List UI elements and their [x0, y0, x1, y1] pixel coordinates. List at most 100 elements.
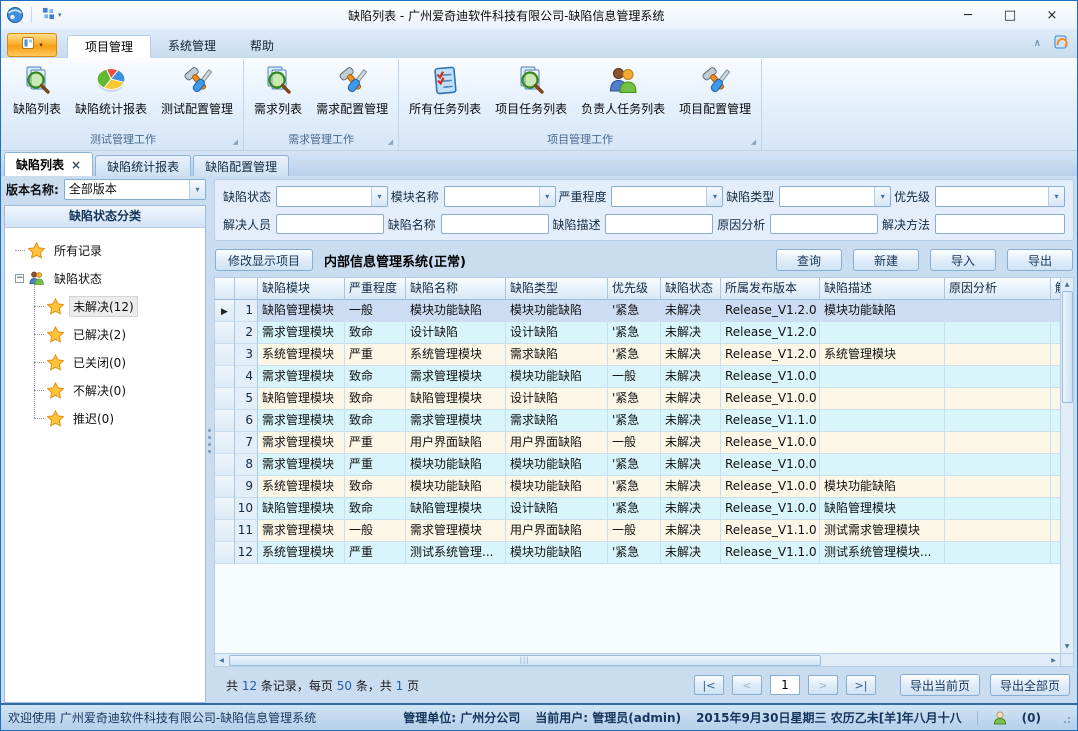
ribbon-button[interactable]: 缺陷列表 — [6, 63, 68, 119]
table-row[interactable]: 9系统管理模块致命模块功能缺陷模块功能缺陷'紧急未解决Release_V1.0.… — [215, 476, 1060, 498]
column-header[interactable]: 原因分析 — [945, 278, 1051, 300]
dialog-launcher-icon[interactable]: ◢ — [233, 139, 238, 146]
chevron-down-icon[interactable]: ▾ — [1048, 187, 1064, 206]
dialog-launcher-icon[interactable]: ◢ — [751, 139, 756, 146]
ribbon-button[interactable]: 需求配置管理 — [309, 63, 395, 119]
ribbon-button[interactable]: 所有任务列表 — [402, 63, 488, 119]
column-header[interactable]: 缺陷类型 — [506, 278, 608, 300]
document-tab[interactable]: 缺陷统计报表 — [95, 155, 191, 176]
ribbon-tab[interactable]: 帮助 — [233, 35, 291, 58]
horizontal-scrollbar[interactable]: ◀ ||| ▶ — [215, 653, 1060, 666]
scroll-up-icon[interactable]: ▲ — [1061, 278, 1074, 291]
chevron-down-icon[interactable]: ▾ — [189, 180, 205, 199]
filter-input[interactable] — [441, 214, 549, 234]
first-page-button[interactable]: |< — [694, 675, 724, 695]
row-selector — [215, 432, 235, 454]
ribbon-button[interactable]: 需求列表 — [247, 63, 309, 119]
export-button[interactable]: 导出 — [1007, 249, 1073, 271]
ribbon-tab[interactable]: 项目管理 — [67, 35, 151, 58]
last-page-button[interactable]: >| — [846, 675, 876, 695]
chevron-down-icon[interactable]: ▾ — [706, 187, 722, 206]
ribbon-group: 需求列表需求配置管理需求管理工作◢ — [244, 59, 399, 150]
close-tab-icon[interactable]: × — [71, 159, 81, 171]
tree-item[interactable]: −缺陷状态 — [7, 264, 203, 292]
app-menu-button[interactable]: ▾ — [7, 33, 57, 57]
online-users-icon[interactable] — [993, 711, 1007, 725]
ribbon-button[interactable]: 项目任务列表 — [488, 63, 574, 119]
table-row[interactable]: 12系统管理模块严重测试系统管理...模块功能缺陷'紧急未解决Release_V… — [215, 542, 1060, 564]
scroll-right-icon[interactable]: ▶ — [1047, 654, 1060, 667]
row-selector — [215, 344, 235, 366]
document-tab[interactable]: 缺陷列表× — [4, 152, 93, 176]
column-header[interactable]: 所属发布版本 — [721, 278, 820, 300]
table-row[interactable]: 7需求管理模块严重用户界面缺陷用户界面缺陷一般未解决Release_V1.0.0 — [215, 432, 1060, 454]
ribbon-button[interactable]: 负责人任务列表 — [574, 63, 672, 119]
import-button[interactable]: 导入 — [930, 249, 996, 271]
table-row[interactable]: 5缺陷管理模块致命缺陷管理模块设计缺陷'紧急未解决Release_V1.0.0 — [215, 388, 1060, 410]
filter-combobox[interactable]: ▾ — [444, 186, 556, 207]
filter-input[interactable] — [605, 214, 713, 234]
tree-item[interactable]: 已关闭(0) — [7, 348, 203, 376]
table-row[interactable]: 11需求管理模块一般需求管理模块用户界面缺陷一般未解决Release_V1.1.… — [215, 520, 1060, 542]
cell-priority: '紧急 — [608, 542, 661, 564]
export-all-pages-button[interactable]: 导出全部页 — [990, 674, 1070, 696]
table-row[interactable]: 8需求管理模块严重模块功能缺陷模块功能缺陷'紧急未解决Release_V1.0.… — [215, 454, 1060, 476]
export-current-page-button[interactable]: 导出当前页 — [900, 674, 980, 696]
column-header[interactable]: 解决方法 — [1051, 278, 1060, 300]
prev-page-button[interactable]: < — [732, 675, 762, 695]
hscroll-thumb[interactable]: ||| — [229, 655, 821, 666]
scroll-left-icon[interactable]: ◀ — [215, 654, 228, 667]
ribbon-button[interactable]: 缺陷统计报表 — [68, 63, 154, 119]
document-tab[interactable]: 缺陷配置管理 — [193, 155, 289, 176]
page-number-input[interactable] — [770, 675, 800, 695]
table-row[interactable]: 3系统管理模块严重系统管理模块需求缺陷'紧急未解决Release_V1.2.0系… — [215, 344, 1060, 366]
scroll-down-icon[interactable]: ▼ — [1061, 640, 1074, 653]
filter-combobox[interactable]: ▾ — [611, 186, 723, 207]
table-row[interactable]: 10缺陷管理模块致命缺陷管理模块设计缺陷'紧急未解决Release_V1.0.0… — [215, 498, 1060, 520]
ribbon-tab[interactable]: 系统管理 — [151, 35, 233, 58]
filter-combobox[interactable]: ▾ — [779, 186, 891, 207]
table-row[interactable]: 4需求管理模块致命需求管理模块模块功能缺陷一般未解决Release_V1.0.0 — [215, 366, 1060, 388]
version-combobox[interactable]: 全部版本 ▾ — [64, 179, 206, 200]
quick-access-toolbar-button[interactable]: ▾ — [38, 5, 66, 25]
tree-item[interactable]: 所有记录 — [7, 236, 203, 264]
close-button[interactable]: × — [1031, 4, 1073, 26]
collapse-ribbon-icon[interactable]: ∧ — [1034, 38, 1041, 49]
minimize-button[interactable]: ─ — [947, 4, 989, 26]
column-header[interactable]: 缺陷模块 — [258, 278, 345, 300]
filter-combobox[interactable]: ▾ — [276, 186, 388, 207]
modify-columns-button[interactable]: 修改显示项目 — [215, 249, 313, 271]
column-header[interactable]: 缺陷状态 — [661, 278, 721, 300]
ribbon-button[interactable]: 项目配置管理 — [672, 63, 758, 119]
help-icon[interactable] — [1053, 34, 1069, 53]
dialog-launcher-icon[interactable]: ◢ — [388, 139, 393, 146]
ribbon-button[interactable]: 测试配置管理 — [154, 63, 240, 119]
filter-combobox[interactable]: ▾ — [935, 186, 1065, 207]
column-header[interactable]: 缺陷描述 — [820, 278, 945, 300]
splitter-handle[interactable] — [206, 178, 213, 703]
vertical-scrollbar[interactable]: ▲ ▼ — [1060, 278, 1073, 653]
chevron-down-icon[interactable]: ▾ — [371, 187, 387, 206]
column-header[interactable]: 优先级 — [608, 278, 661, 300]
filter-input[interactable] — [935, 214, 1065, 234]
table-row[interactable]: 6需求管理模块致命需求管理模块需求缺陷'紧急未解决Release_V1.1.0 — [215, 410, 1060, 432]
tree-item[interactable]: 不解决(0) — [7, 376, 203, 404]
column-header[interactable]: 严重程度 — [345, 278, 406, 300]
expander-minus-icon[interactable]: − — [15, 274, 24, 283]
chevron-down-icon[interactable]: ▾ — [874, 187, 890, 206]
tree-item[interactable]: 推迟(0) — [7, 404, 203, 432]
tree-item[interactable]: 未解决(12) — [7, 292, 203, 320]
vscroll-thumb[interactable] — [1062, 291, 1073, 403]
column-header[interactable]: 缺陷名称 — [406, 278, 506, 300]
next-page-button[interactable]: > — [808, 675, 838, 695]
query-button[interactable]: 查询 — [776, 249, 842, 271]
table-row[interactable]: ▶1缺陷管理模块一般模块功能缺陷模块功能缺陷'紧急未解决Release_V1.2… — [215, 300, 1060, 322]
filter-input[interactable] — [770, 214, 878, 234]
resize-grip[interactable] — [1060, 713, 1070, 723]
table-row[interactable]: 2需求管理模块致命设计缺陷设计缺陷'紧急未解决Release_V1.2.0 — [215, 322, 1060, 344]
new-button[interactable]: 新建 — [853, 249, 919, 271]
tree-item[interactable]: 已解决(2) — [7, 320, 203, 348]
filter-input[interactable] — [276, 214, 384, 234]
chevron-down-icon[interactable]: ▾ — [539, 187, 555, 206]
maximize-button[interactable]: □ — [989, 4, 1031, 26]
